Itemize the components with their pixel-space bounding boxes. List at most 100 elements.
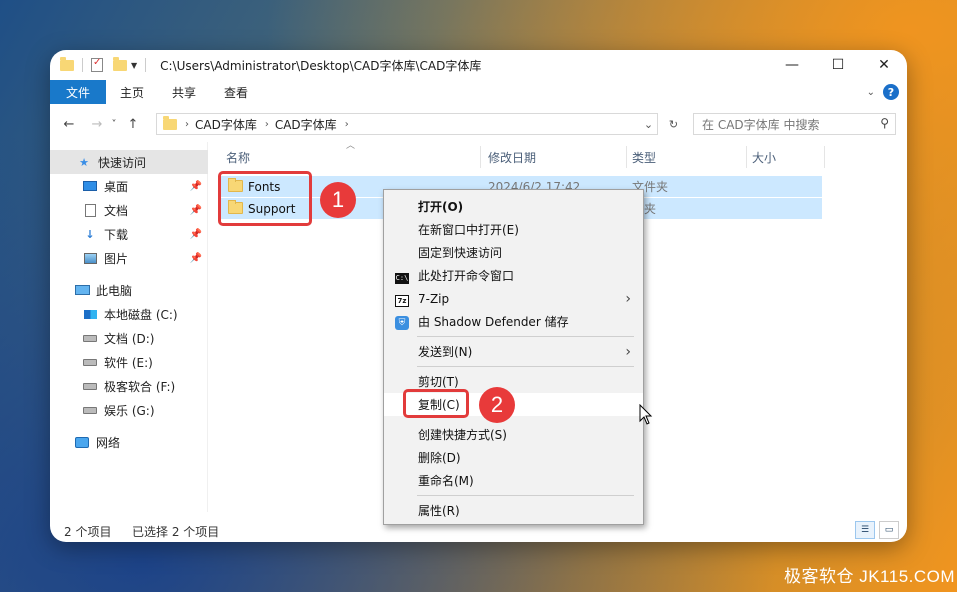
maximize-button[interactable]: ☐ xyxy=(815,50,861,80)
sidebar-item-drive-g[interactable]: 娱乐 (G:) xyxy=(50,398,208,422)
chevron-right-icon[interactable]: › xyxy=(265,119,269,130)
search-placeholder: 在 CAD字体库 中搜索 xyxy=(702,117,820,132)
column-header-size[interactable]: 大小 xyxy=(744,146,824,168)
address-bar[interactable]: › CAD字体库 › CAD字体库 › xyxy=(156,113,658,135)
context-menu: 打开(O) 在新窗口中打开(E) 固定到快速访问 C:\ 此处打开命令窗口 7z… xyxy=(383,189,644,525)
menu-item-label: 此处打开命令窗口 xyxy=(418,269,515,283)
sidebar-item-drive-d[interactable]: 文档 (D:) xyxy=(50,326,208,350)
tab-file[interactable]: 文件 xyxy=(50,80,107,104)
chevron-right-icon[interactable]: › xyxy=(185,119,189,130)
toolbar-divider xyxy=(82,58,83,72)
desktop-icon xyxy=(83,181,97,191)
folder-icon xyxy=(60,56,74,71)
mouse-cursor-icon xyxy=(639,404,653,425)
menu-item-delete[interactable]: 删除(D) xyxy=(384,446,643,469)
address-dropdown-icon[interactable]: ⌄ xyxy=(644,118,653,131)
annotation-highlight-box xyxy=(403,389,469,418)
up-button[interactable]: ↑ xyxy=(122,113,144,135)
annotation-badge: 2 xyxy=(479,387,515,423)
menu-item-label: 7-Zip xyxy=(418,291,450,306)
customize-toolbar-icon[interactable]: ▼ xyxy=(131,61,137,70)
column-header-name[interactable]: 名称 xyxy=(218,146,480,168)
recent-locations-button[interactable]: ˅ xyxy=(108,113,120,135)
pin-icon: 📌 xyxy=(189,180,202,192)
sidebar-item-drive-c[interactable]: 本地磁盘 (C:) xyxy=(50,302,208,326)
forward-button[interactable]: → xyxy=(86,113,108,135)
breadcrumb-item[interactable]: CAD字体库 xyxy=(275,116,337,133)
menu-item-shadow-defender[interactable]: ⛨ 由 Shadow Defender 储存 xyxy=(384,310,643,333)
pin-icon: 📌 xyxy=(189,252,202,264)
menu-item-label: 打开(O) xyxy=(418,200,464,214)
menu-item-label: 删除(D) xyxy=(418,451,461,465)
menu-item-open-new-window[interactable]: 在新窗口中打开(E) xyxy=(384,218,643,241)
large-icons-view-icon[interactable]: ▭ xyxy=(879,521,899,539)
minimize-button[interactable]: — xyxy=(769,50,815,80)
tab-home[interactable]: 主页 xyxy=(106,80,158,104)
sidebar-item-label: 快速访问 xyxy=(98,155,147,170)
navigation-pane: ★ 快速访问 桌面 📌 文档 📌 ↓ 下载 📌 图片 📌 此电脑 本地磁盘 (C… xyxy=(50,142,208,512)
properties-icon[interactable] xyxy=(91,57,103,72)
menu-item-open-command-window[interactable]: C:\ 此处打开命令窗口 xyxy=(384,264,643,287)
folder-icon xyxy=(163,115,177,130)
7zip-icon: 7z xyxy=(395,295,409,307)
menu-item-send-to[interactable]: 发送到(N) › xyxy=(384,340,643,363)
menu-separator xyxy=(417,495,634,496)
new-folder-icon[interactable] xyxy=(113,56,127,71)
annotation-highlight-box xyxy=(218,171,312,226)
sidebar-item-this-pc[interactable]: 此电脑 xyxy=(50,278,208,302)
sidebar-item-label: 网络 xyxy=(96,435,121,450)
column-header-type[interactable]: 类型 xyxy=(624,146,746,168)
details-view-icon[interactable]: ☰ xyxy=(855,521,875,539)
sidebar-item-label: 文档 (D:) xyxy=(104,331,155,346)
chevron-right-icon[interactable]: › xyxy=(345,119,349,130)
drive-icon xyxy=(83,406,97,414)
search-icon[interactable]: ⚲ xyxy=(880,116,889,130)
sidebar-item-drive-f[interactable]: 极客软合 (F:) xyxy=(50,374,208,398)
toolbar-divider xyxy=(145,58,147,72)
help-icon[interactable]: ? xyxy=(883,84,899,100)
drive-icon xyxy=(83,358,97,366)
sidebar-item-label: 文档 xyxy=(104,203,129,218)
menu-separator xyxy=(417,366,634,367)
refresh-icon[interactable]: ↻ xyxy=(669,118,678,131)
sidebar-item-quick-access[interactable]: ★ 快速访问 xyxy=(50,150,208,174)
column-header-date[interactable]: 修改日期 xyxy=(480,146,626,168)
cmd-icon: C:\ xyxy=(395,273,409,284)
sidebar-item-label: 桌面 xyxy=(104,179,129,194)
submenu-arrow-icon: › xyxy=(625,343,631,360)
expand-ribbon-icon[interactable]: ⌄ xyxy=(867,87,875,98)
title-bar: ▼ C:\Users\Administrator\Desktop\CAD字体库\… xyxy=(50,50,907,80)
navigation-bar: ← → ˅ ↑ › CAD字体库 › CAD字体库 › ⌄ ↻ 在 CAD字体库… xyxy=(50,110,907,138)
breadcrumb-item[interactable]: CAD字体库 xyxy=(195,116,257,133)
sidebar-item-network[interactable]: 网络 xyxy=(50,430,208,454)
sidebar-item-label: 本地磁盘 (C:) xyxy=(104,307,178,322)
star-icon: ★ xyxy=(79,155,89,169)
menu-item-rename[interactable]: 重命名(M) xyxy=(384,469,643,492)
pin-icon: 📌 xyxy=(189,228,202,240)
sidebar-item-drive-e[interactable]: 软件 (E:) xyxy=(50,350,208,374)
sidebar-item-desktop[interactable]: 桌面 📌 xyxy=(50,174,208,198)
menu-item-7zip[interactable]: 7z 7-Zip › xyxy=(384,287,643,310)
sidebar-item-label: 下载 xyxy=(104,227,129,242)
menu-item-create-shortcut[interactable]: 创建快捷方式(S) xyxy=(384,423,643,446)
document-icon xyxy=(84,203,96,217)
column-divider[interactable] xyxy=(824,146,825,168)
sidebar-item-label: 图片 xyxy=(104,251,129,266)
menu-item-pin-quick-access[interactable]: 固定到快速访问 xyxy=(384,241,643,264)
close-button[interactable]: ✕ xyxy=(861,50,907,80)
watermark: 极客软仓 JK115.COM xyxy=(784,567,956,586)
menu-item-label: 由 Shadow Defender 储存 xyxy=(418,315,569,329)
tab-share[interactable]: 共享 xyxy=(158,80,210,104)
window-title: C:\Users\Administrator\Desktop\CAD字体库\CA… xyxy=(160,58,482,73)
sidebar-item-pictures[interactable]: 图片 📌 xyxy=(50,246,208,270)
back-button[interactable]: ← xyxy=(58,113,80,135)
drive-icon xyxy=(83,382,97,390)
menu-item-open[interactable]: 打开(O) xyxy=(384,195,643,218)
tab-view[interactable]: 查看 xyxy=(210,80,262,104)
sidebar-item-downloads[interactable]: ↓ 下载 📌 xyxy=(50,222,208,246)
menu-item-properties[interactable]: 属性(R) xyxy=(384,499,643,522)
sidebar-item-documents[interactable]: 文档 📌 xyxy=(50,198,208,222)
menu-item-label: 重命名(M) xyxy=(418,474,474,488)
menu-item-label: 创建快捷方式(S) xyxy=(418,428,507,442)
search-input[interactable]: 在 CAD字体库 中搜索 ⚲ xyxy=(693,113,896,135)
